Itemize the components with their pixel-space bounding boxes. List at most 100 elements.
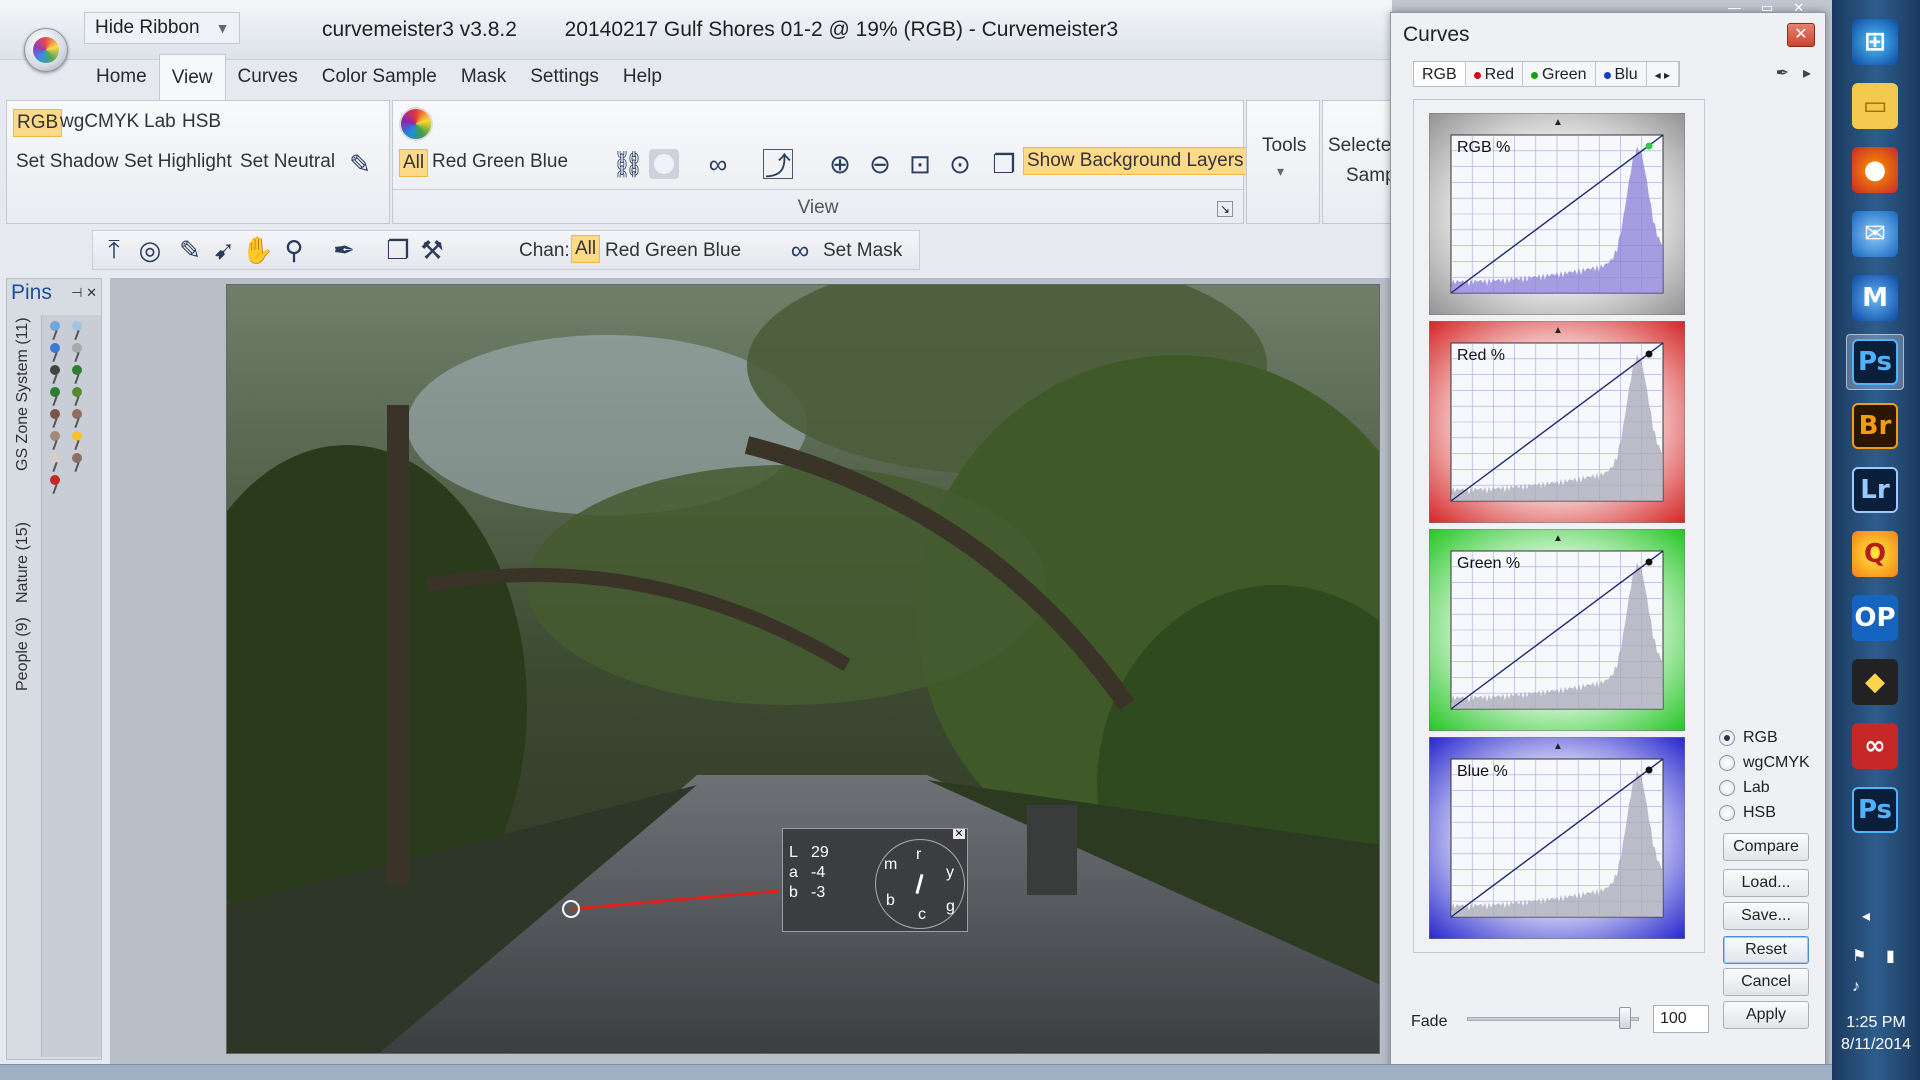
curve-pin-icon[interactable]: ⤒ <box>99 234 129 265</box>
layers-icon[interactable]: ❐ <box>989 149 1019 179</box>
curve-graph-icon[interactable]: ⤴ <box>763 149 793 181</box>
tab-mask[interactable]: Mask <box>449 54 518 100</box>
view-channel-green-button[interactable]: Green <box>469 149 528 175</box>
chan-green-button[interactable]: Green <box>645 240 698 262</box>
maxthon-icon[interactable]: M <box>1846 270 1904 326</box>
maximize-icon[interactable]: ▭ <box>1761 0 1773 16</box>
photoshop-2-icon[interactable]: Ps <box>1846 782 1904 838</box>
close-icon[interactable]: ✕ <box>953 829 965 840</box>
tab-settings[interactable]: Settings <box>518 54 611 100</box>
thunderbird-icon[interactable]: ✉ <box>1846 206 1904 262</box>
close-icon[interactable]: ✕ <box>1787 23 1815 47</box>
copy-pages-icon[interactable]: ❐ <box>383 235 413 265</box>
curves-tab-green[interactable]: Green <box>1523 62 1596 86</box>
play-arrow-icon[interactable]: ▸ <box>1803 63 1811 83</box>
action-center-flag-icon[interactable]: ⚑ <box>1852 946 1866 966</box>
hide-ribbon-button[interactable]: Hide Ribbon ▼ <box>84 12 241 44</box>
pin-icon[interactable] <box>72 343 82 353</box>
file-explorer-icon[interactable]: ▭ <box>1846 78 1904 134</box>
tab-scroll-arrows-icon[interactable]: ◂ ▸ <box>1647 62 1680 86</box>
tab-help[interactable]: Help <box>611 54 674 100</box>
photo-oak-tree-road[interactable] <box>226 284 1380 1054</box>
close-icon[interactable]: ✕ <box>1793 0 1804 16</box>
mode-rgb-radio[interactable]: RGB <box>1719 729 1778 747</box>
color-sample-readout[interactable]: ✕ L 29 a -4 b -3 m r y b c g <box>782 828 968 932</box>
pin-icon[interactable] <box>50 387 60 397</box>
pin-icon[interactable] <box>72 321 82 331</box>
compare-button[interactable]: Compare <box>1723 833 1809 861</box>
goggles-icon[interactable]: ◎ <box>135 235 165 265</box>
pin-icon[interactable] <box>50 475 60 485</box>
expand-corner-icon[interactable]: ↘ <box>1217 201 1233 217</box>
firefox-icon[interactable]: ● <box>1846 142 1904 198</box>
view-channel-all-button[interactable]: All <box>399 149 429 177</box>
apply-button[interactable]: Apply <box>1723 1001 1809 1029</box>
fade-slider-thumb[interactable] <box>1619 1007 1631 1029</box>
show-background-layers-button[interactable]: Show Background Layers <box>1023 147 1248 175</box>
colorspace-lab-button[interactable]: Lab <box>141 109 179 135</box>
op-icon[interactable]: OP <box>1846 590 1904 646</box>
pin-icon[interactable] <box>72 409 82 419</box>
colorspace-rgb-button[interactable]: RGB <box>13 109 63 137</box>
tools-button[interactable]: Tools <box>1259 133 1309 159</box>
set-mask-button[interactable]: Set Mask <box>823 240 902 262</box>
pen-sparkle-icon[interactable]: ✎ <box>345 149 375 179</box>
curve-panel-blue[interactable]: ▲ Blue % <box>1429 737 1689 941</box>
pin-icon[interactable] <box>72 431 82 441</box>
nikon-capture-icon[interactable]: ◆ <box>1846 654 1904 710</box>
set-shadow-button[interactable]: Set Shadow <box>13 149 121 175</box>
view-channel-red-button[interactable]: Red <box>429 149 470 175</box>
network-signal-icon[interactable]: ▮ <box>1886 946 1895 966</box>
zoom-fit-icon[interactable]: ⊡ <box>905 149 935 179</box>
pins-tab-gs-zone-system[interactable]: GS Zone System (11) <box>14 317 32 471</box>
pin-icon[interactable] <box>50 453 60 463</box>
pin-icon[interactable] <box>72 453 82 463</box>
chan-all-button[interactable]: All <box>571 235 601 263</box>
magnifier-icon[interactable]: ⚲ <box>279 235 309 265</box>
app-logo-icon[interactable] <box>24 28 68 72</box>
colorspace-hsb-button[interactable]: HSB <box>179 109 224 135</box>
tools-dropdown-icon[interactable]: ▾ <box>1277 163 1284 180</box>
fade-value-input[interactable]: 100 <box>1653 1005 1709 1033</box>
mask-goggles-icon[interactable]: ∞ <box>785 235 815 265</box>
fade-slider-track[interactable] <box>1467 1017 1639 1021</box>
curve-panel-rgb[interactable]: ▲ RGB % <box>1429 113 1689 317</box>
creative-cloud-icon[interactable]: ∞ <box>1846 718 1904 774</box>
wrench-eyedropper-icon[interactable]: ⚒ <box>417 235 447 265</box>
eyedropper-icon[interactable]: ✒ <box>329 235 359 265</box>
curves-tab-red[interactable]: Red <box>1466 62 1524 86</box>
tab-color-sample[interactable]: Color Sample <box>310 54 449 100</box>
pins-tab-nature[interactable]: Nature (15) <box>14 522 32 603</box>
view-channel-blue-button[interactable]: Blue <box>527 149 571 175</box>
tab-curves[interactable]: Curves <box>226 54 310 100</box>
taskbar-clock[interactable]: 1:25 PM 8/11/2014 <box>1832 1012 1920 1056</box>
eyedropper-icon[interactable]: ✒ <box>1776 63 1789 83</box>
pin-icon[interactable] <box>72 387 82 397</box>
pins-panel-controls[interactable]: ⊣ ✕ <box>71 285 97 301</box>
photoshop-icon[interactable]: Ps <box>1846 334 1904 390</box>
reset-button[interactable]: Reset <box>1723 936 1809 964</box>
set-highlight-button[interactable]: Set Highlight <box>121 149 235 175</box>
curves-tab-blue[interactable]: Blu <box>1596 62 1647 86</box>
pin-icon[interactable] <box>50 409 60 419</box>
hand-pan-icon[interactable]: ✋ <box>242 235 274 265</box>
chan-blue-button[interactable]: Blue <box>703 240 741 262</box>
zoom-in-icon[interactable]: ⊕ <box>825 149 855 179</box>
mask-link-icon[interactable]: ⛓ <box>612 149 645 179</box>
tab-view[interactable]: View <box>158 54 226 100</box>
pin-icon[interactable] <box>50 343 60 353</box>
circle-mask-icon[interactable] <box>649 149 679 179</box>
goggles-icon[interactable]: ∞ <box>703 149 733 179</box>
chan-red-button[interactable]: Red <box>605 240 640 262</box>
curve-panel-red[interactable]: ▲ Red % <box>1429 321 1689 525</box>
bridge-icon[interactable]: Br <box>1846 398 1904 454</box>
pin-icon[interactable] <box>50 321 60 331</box>
cancel-button[interactable]: Cancel <box>1723 968 1809 996</box>
colorspace-wgcmyk-button[interactable]: wgCMYK <box>57 109 142 135</box>
load-button[interactable]: Load... <box>1723 869 1809 897</box>
set-neutral-button[interactable]: Set Neutral <box>237 149 338 175</box>
mode-lab-radio[interactable]: Lab <box>1719 779 1770 797</box>
tab-home[interactable]: Home <box>84 54 159 100</box>
curvemeister-logo-icon[interactable] <box>399 107 433 141</box>
zoom-actual-icon[interactable]: ⊙ <box>945 149 975 179</box>
